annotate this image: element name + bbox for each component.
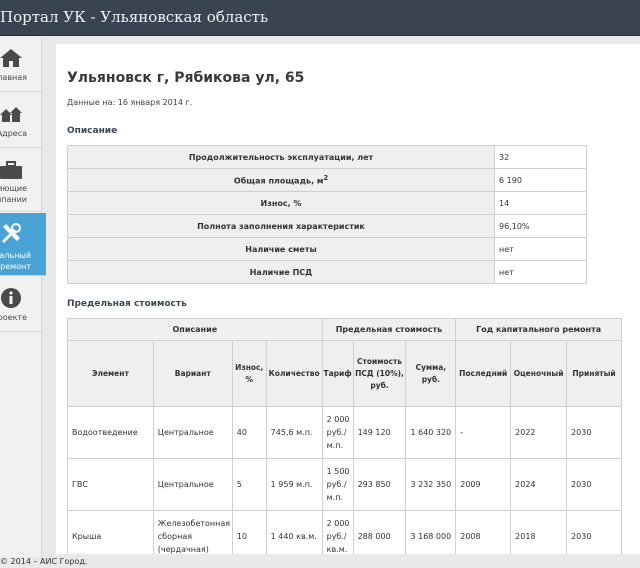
column-header: Количество — [265, 340, 323, 407]
briefcase-icon — [0, 161, 22, 179]
sidebar-item-addresses[interactable]: Адреса — [0, 93, 42, 148]
sidebar-item-label: проекте — [0, 313, 27, 322]
sidebar-item-about[interactable]: проекте — [0, 277, 42, 332]
table-cell: 5 — [231, 458, 267, 511]
group-header-limit-cost: Предельная стоимость — [321, 318, 457, 341]
footer-text: © 2014 – АИС Город. — [0, 557, 88, 566]
sidebar-item-management-companies[interactable]: вляющие мпании — [0, 149, 42, 212]
table-row: Наличие сметы нет — [67, 237, 587, 261]
table-row: Крыша Железобетонная сборная (чердачная)… — [67, 510, 622, 554]
description-value: 96,10% — [494, 214, 587, 238]
description-value: 32 — [494, 145, 587, 169]
table-row: Водоотведение Центральное 40 745,6 м.п. … — [67, 406, 622, 459]
table-cell: Центральное — [152, 406, 233, 459]
description-key: Наличие ПСД — [67, 260, 495, 284]
sidebar-item-label: мпании — [0, 195, 27, 204]
table-cell: 1 959 м.п. — [265, 458, 323, 511]
description-table: Продолжительность эксплуатации, лет 32 О… — [67, 145, 587, 284]
table-cell: 293 850 — [352, 458, 407, 511]
sidebar-item-label: лавная — [0, 73, 27, 82]
table-cell: 2030 — [566, 458, 622, 511]
superscript: 2 — [323, 174, 329, 183]
group-header-repair-year: Год капитального ремонта — [455, 318, 622, 341]
tools-icon — [2, 223, 21, 243]
info-icon — [1, 288, 21, 308]
group-header-description: Описание — [67, 318, 323, 341]
table-cell: 2018 — [510, 510, 568, 554]
cost-heading: Предельная стоимость — [67, 299, 187, 309]
description-key: Общая площадь, м2 — [67, 168, 495, 192]
table-header-row: Элемент Вариант Износ, % Количество Тари… — [67, 340, 622, 407]
table-cell: ГВС — [67, 458, 154, 511]
table-cell: 288 000 — [352, 510, 407, 554]
description-key: Наличие сметы — [67, 237, 495, 261]
table-cell: 149 120 — [352, 406, 407, 459]
table-cell: Крыша — [67, 510, 154, 554]
top-bar: Портал УК - Ульяновская область — [0, 0, 640, 36]
table-cell: 2024 — [510, 458, 568, 511]
column-header: Элемент — [67, 340, 154, 407]
app-title: Портал УК - Ульяновская область — [0, 8, 269, 26]
table-cell: 2008 — [455, 510, 512, 554]
home-icon — [0, 49, 22, 67]
description-value: нет — [494, 260, 587, 284]
table-cell: 3 168 000 — [405, 510, 457, 554]
sidebar-item-capital-repair[interactable]: питальный ремонт — [0, 213, 46, 276]
description-key: Износ, % — [67, 191, 495, 215]
sidebar-item-label: Адреса — [0, 129, 27, 138]
table-cell: 1 500 руб./ м.п. — [321, 458, 354, 511]
column-header: Тариф — [321, 340, 354, 407]
table-cell: 745,6 м.п. — [265, 406, 323, 459]
column-header: Стоимость ПСД (10%), руб. — [352, 340, 407, 407]
table-cell: 10 — [231, 510, 267, 554]
table-cell: 2030 — [566, 406, 622, 459]
sidebar-item-home[interactable]: лавная — [0, 37, 42, 92]
table-cell: 1 440 кв.м. — [265, 510, 323, 554]
table-cell: 1 640 320 — [405, 406, 457, 459]
table-cell: Железобетонная сборная (чердачная) — [152, 510, 233, 554]
table-row: Общая площадь, м2 6 190 — [67, 168, 587, 192]
description-key: Полнота заполнения характеристик — [67, 214, 495, 238]
table-cell: 2009 — [455, 458, 512, 511]
table-row: Наличие ПСД нет — [67, 260, 587, 284]
table-cell: 2022 — [510, 406, 568, 459]
description-value: нет — [494, 237, 587, 261]
page-title: Ульяновск г, Рябикова ул, 65 — [67, 70, 305, 86]
table-cell: - — [455, 406, 512, 459]
table-row: ГВС Центральное 5 1 959 м.п. 1 500 руб./… — [67, 458, 622, 511]
table-cell: 40 — [231, 406, 267, 459]
table-cell: Центральное — [152, 458, 233, 511]
sidebar-item-label: вляющие — [0, 184, 27, 193]
table-row: Полнота заполнения характеристик 96,10% — [67, 214, 587, 238]
table-cell: 2 000 руб./ м.п. — [321, 406, 354, 459]
table-cell: 2 000 руб./ кв.м. — [321, 510, 354, 554]
sidebar: лавная Адреса вляющие мпании питальный р… — [0, 37, 46, 557]
table-row: Износ, % 14 — [67, 191, 587, 215]
column-header: Вариант — [152, 340, 233, 407]
table-cell: 3 232 350 — [405, 458, 457, 511]
description-heading: Описание — [67, 126, 118, 136]
table-header-row: Описание Предельная стоимость Год капита… — [67, 318, 622, 341]
main-content: Ульяновск г, Рябикова ул, 65 Данные на: … — [56, 44, 640, 554]
description-value: 6 190 — [494, 168, 587, 192]
column-header: Сумма, руб. — [405, 340, 457, 407]
table-cell: 2030 — [566, 510, 622, 554]
sidebar-item-label: ремонт — [0, 262, 31, 271]
data-date: Данные на: 16 января 2014 г. — [67, 98, 193, 107]
description-value: 14 — [494, 191, 587, 215]
column-header: Износ, % — [231, 340, 267, 407]
table-row: Продолжительность эксплуатации, лет 32 — [67, 145, 587, 169]
sidebar-item-label: питальный — [0, 251, 31, 260]
houses-icon — [0, 107, 22, 122]
column-header: Принятый — [566, 340, 622, 407]
description-key: Продолжительность эксплуатации, лет — [67, 145, 495, 169]
column-header: Оценочный — [510, 340, 568, 407]
column-header: Последний — [455, 340, 512, 407]
cost-table: Описание Предельная стоимость Год капита… — [67, 318, 622, 554]
table-cell: Водоотведение — [67, 406, 154, 459]
